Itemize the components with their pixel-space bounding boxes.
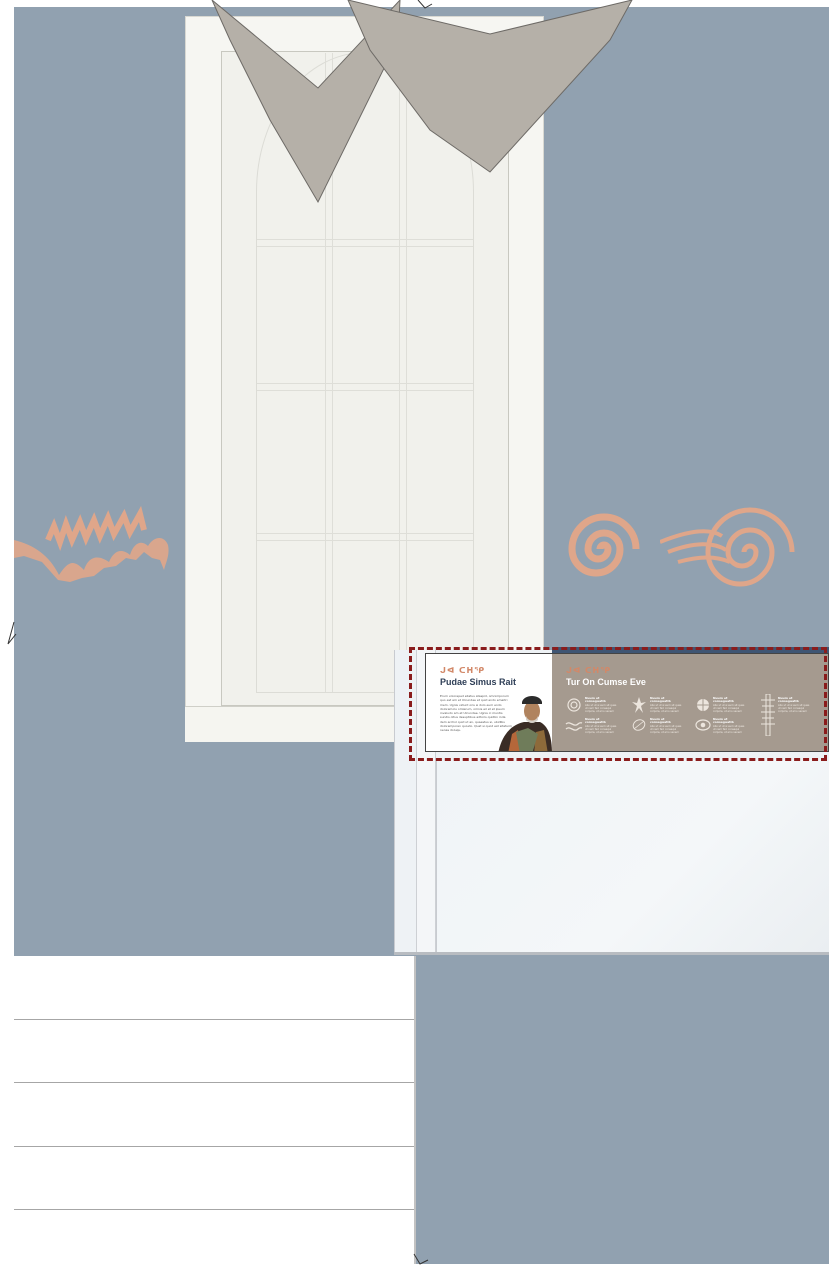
torn-edge-markers xyxy=(7,0,433,1265)
